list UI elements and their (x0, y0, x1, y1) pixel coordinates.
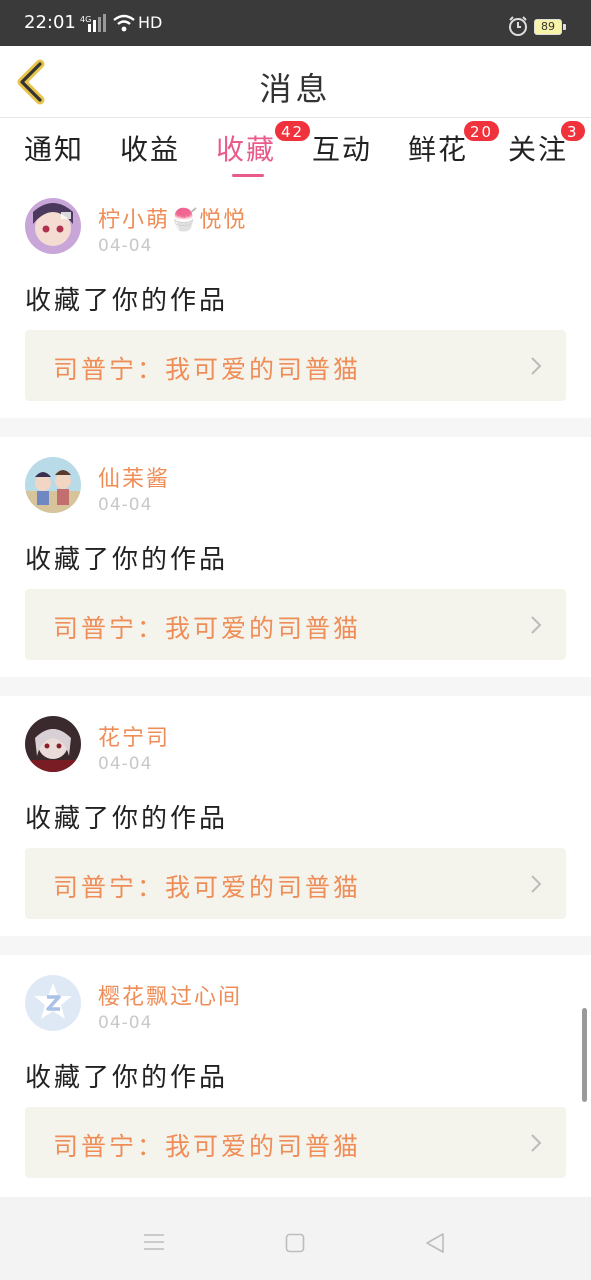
chevron-right-icon (531, 1134, 542, 1152)
network-type: 4G (80, 15, 91, 24)
tab-follows[interactable]: 关注 3 (508, 120, 586, 178)
avatar[interactable] (25, 975, 81, 1031)
work-title: 司普宁：我可爱的司普猫 (53, 355, 362, 384)
unread-badge: 3 (560, 120, 586, 142)
avatar[interactable] (25, 198, 81, 254)
chevron-right-icon (531, 875, 542, 893)
tab-label: 互动 (312, 133, 373, 166)
signal-icon: 4G (80, 14, 106, 32)
unread-badge: 20 (463, 120, 501, 142)
tab-label: 鲜花 (408, 133, 469, 166)
tab-flowers[interactable]: 鲜花 20 (408, 120, 501, 178)
work-title: 司普宁：我可爱的司普猫 (53, 873, 362, 902)
action-text: 收藏了你的作品 (25, 1063, 229, 1093)
tab-label: 通知 (24, 133, 85, 166)
active-tab-indicator (232, 174, 264, 177)
work-link[interactable]: 司普宁：我可爱的司普猫 (25, 589, 566, 660)
tab-label: 收益 (120, 133, 181, 166)
timestamp: 04-04 (98, 495, 153, 515)
home-icon[interactable] (285, 1233, 305, 1253)
system-nav-bar (0, 1197, 591, 1280)
work-link[interactable]: 司普宁：我可爱的司普猫 (25, 330, 566, 401)
tab-notifications[interactable]: 通知 (24, 128, 84, 178)
work-title: 司普宁：我可爱的司普猫 (53, 1132, 362, 1161)
back-icon[interactable] (424, 1232, 446, 1254)
divider (0, 677, 591, 696)
username[interactable]: 柠小萌🍧悦悦 (98, 202, 247, 234)
chevron-right-icon (531, 357, 542, 375)
battery-icon: 89 (534, 19, 566, 35)
tab-interactions[interactable]: 互动 (312, 128, 372, 178)
scrollbar[interactable] (582, 1008, 587, 1102)
list-item: 花宁司 04-04 收藏了你的作品 司普宁：我可爱的司普猫 (0, 696, 591, 936)
unread-badge: 42 (274, 120, 312, 142)
page-title: 消息 (259, 70, 332, 108)
message-list: 柠小萌🍧悦悦 04-04 收藏了你的作品 司普宁：我可爱的司普猫 仙苿酱 04-… (0, 178, 591, 1195)
divider (0, 936, 591, 955)
work-link[interactable]: 司普宁：我可爱的司普猫 (25, 1107, 566, 1178)
timestamp: 04-04 (98, 1013, 153, 1033)
tab-earnings[interactable]: 收益 (120, 128, 180, 178)
alarm-icon (509, 16, 527, 36)
timestamp: 04-04 (98, 236, 153, 256)
tab-label: 关注 (508, 133, 569, 166)
avatar[interactable] (25, 457, 81, 513)
action-text: 收藏了你的作品 (25, 286, 229, 316)
list-item: 樱花飘过心间 04-04 收藏了你的作品 司普宁：我可爱的司普猫 (0, 955, 591, 1195)
work-title: 司普宁：我可爱的司普猫 (53, 614, 362, 643)
list-item: 仙苿酱 04-04 收藏了你的作品 司普宁：我可爱的司普猫 (0, 437, 591, 677)
list-item: 柠小萌🍧悦悦 04-04 收藏了你的作品 司普宁：我可爱的司普猫 (0, 178, 591, 418)
divider (0, 418, 591, 437)
status-bar: 22:01 4G HD 89 (0, 0, 591, 46)
wifi-icon (113, 14, 135, 32)
tab-favorites[interactable]: 收藏 42 (216, 120, 312, 178)
avatar[interactable] (25, 716, 81, 772)
chevron-right-icon (531, 616, 542, 634)
action-text: 收藏了你的作品 (25, 804, 229, 834)
status-time: 22:01 (24, 12, 76, 33)
page-header: 消息 (0, 46, 591, 118)
tab-label: 收藏 (216, 133, 277, 166)
username[interactable]: 花宁司 (98, 720, 170, 752)
timestamp: 04-04 (98, 754, 153, 774)
menu-icon[interactable] (143, 1233, 165, 1251)
action-text: 收藏了你的作品 (25, 545, 229, 575)
tab-bar: 通知 收益 收藏 42 互动 鲜花 20 关注 3 (0, 118, 591, 178)
work-link[interactable]: 司普宁：我可爱的司普猫 (25, 848, 566, 919)
username[interactable]: 仙苿酱 (98, 461, 170, 493)
hd-indicator: HD (138, 13, 163, 32)
username[interactable]: 樱花飘过心间 (98, 979, 242, 1011)
